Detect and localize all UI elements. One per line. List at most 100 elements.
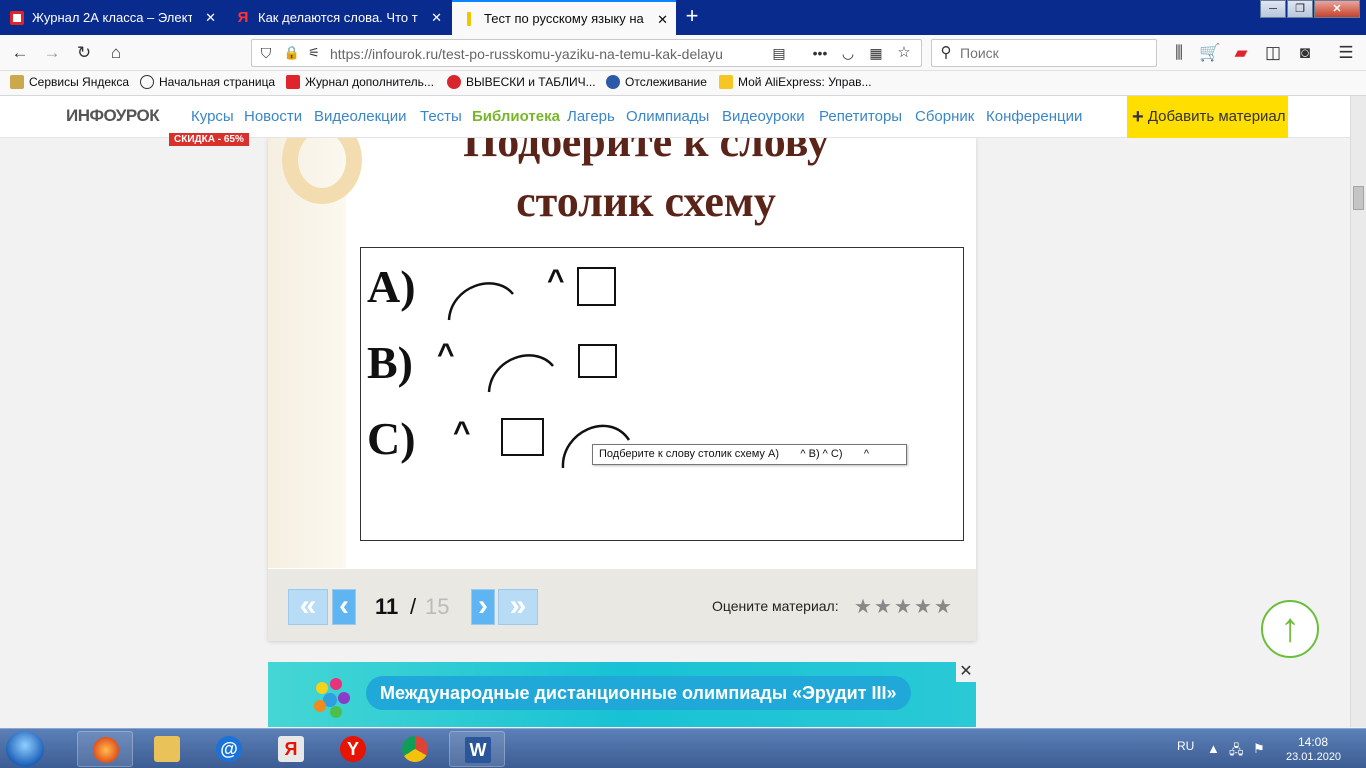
close-window-button[interactable]: ✕ (1314, 0, 1360, 18)
site-logo[interactable]: ИНФОУРОК (66, 106, 160, 126)
rating-star-1[interactable]: ★ (854, 594, 872, 619)
promo-badge[interactable]: СКИДКА - 65% (169, 133, 249, 146)
forward-icon[interactable]: → (40, 41, 64, 65)
scroll-to-top-button[interactable]: ↑ (1261, 600, 1319, 658)
rating-star-2[interactable]: ★ (874, 594, 892, 619)
close-icon[interactable]: ✕ (431, 10, 442, 26)
start-button[interactable] (6, 731, 44, 767)
taskbar-explorer[interactable] (139, 731, 195, 767)
nav-library[interactable]: Библиотека (472, 108, 560, 125)
rating-star-3[interactable]: ★ (894, 594, 912, 619)
search-bar[interactable]: ⚲ (931, 39, 1157, 67)
permissions-icon[interactable]: ⚟ (302, 41, 326, 65)
reader-view-icon[interactable]: ▤ (767, 41, 791, 65)
close-icon[interactable]: ✕ (657, 12, 668, 28)
ad-text[interactable]: Международные дистанционные олимпиады «Э… (366, 676, 911, 710)
first-slide-button[interactable]: « (288, 589, 328, 625)
tab-label: Как делаются слова. Что тако (258, 10, 418, 25)
doc-icon (10, 10, 24, 25)
taskbar-yandex-browser[interactable]: Я (263, 731, 319, 767)
nav-video-lectures[interactable]: Видеолекции (314, 108, 407, 125)
library-icon[interactable]: ⫼ (1167, 41, 1191, 65)
bookmark-journal[interactable]: Журнал дополнитель... (286, 75, 434, 89)
nav-collection[interactable]: Сборник (915, 108, 974, 125)
url-bar[interactable]: ⛉ 🔒 ⚟ https://infourok.ru/test-po-russko… (251, 39, 922, 67)
home-icon[interactable]: ⌂ (104, 41, 128, 65)
tab-test-active[interactable]: Тест по русскому языку на те ✕ (452, 0, 676, 35)
more-actions-icon[interactable]: ••• (808, 41, 832, 65)
option-b-label: B) (367, 337, 413, 388)
language-indicator[interactable]: RU (1177, 739, 1194, 753)
close-icon[interactable]: ✕ (205, 10, 216, 26)
taskbar-mail[interactable]: @ (201, 731, 257, 767)
tab-journal[interactable]: Журнал 2А класса – Электрон ✕ (0, 0, 224, 35)
grid-icon[interactable]: ▦ (864, 41, 888, 65)
slide-title-line1: Подберите к слову (463, 138, 829, 166)
bookmark-label: Отслеживание (625, 75, 707, 89)
firefox-icon (93, 737, 119, 763)
nav-camp[interactable]: Лагерь (567, 108, 615, 125)
suffix-caret: ^ (437, 338, 455, 371)
taskbar-firefox[interactable] (77, 731, 133, 767)
bookmark-label: ВЫВЕСКИ и ТАБЛИЧ... (466, 75, 596, 89)
bookmark-start-page[interactable]: Начальная страница (140, 75, 275, 89)
add-material-button[interactable]: + Добавить материал (1127, 96, 1288, 138)
bookmark-signs[interactable]: ВЫВЕСКИ и ТАБЛИЧ... (447, 75, 596, 89)
reload-icon[interactable]: ↻ (72, 41, 96, 65)
taskbar-word[interactable]: W (449, 731, 505, 767)
root-arc-icon (447, 282, 514, 321)
current-slide-number: 11 (375, 594, 399, 619)
new-tab-button[interactable]: + (680, 4, 704, 28)
nav-tests[interactable]: Тесты (420, 108, 462, 125)
screenshot-icon[interactable]: ◙ (1293, 41, 1317, 65)
taskbar-chrome[interactable] (387, 731, 443, 767)
ad-close-icon[interactable]: ✕ (956, 662, 976, 682)
bookmarks-bar: Сервисы Яндекса Начальная страница Журна… (0, 71, 1366, 96)
nav-news[interactable]: Новости (244, 108, 302, 125)
page-scrollbar[interactable] (1350, 96, 1366, 727)
clock-date[interactable]: 23.01.2020 (1286, 751, 1341, 763)
flag-icon[interactable]: ▰ (1229, 41, 1253, 65)
network-icon[interactable]: 🖧 (1229, 741, 1244, 763)
root-arc-icon (487, 354, 554, 393)
clock-time[interactable]: 14:08 (1298, 735, 1328, 749)
ad-banner[interactable]: Международные дистанционные олимпиады «Э… (268, 662, 976, 727)
pocket-icon[interactable]: ◡ (836, 41, 860, 65)
last-slide-button[interactable]: » (498, 589, 538, 625)
tab-words[interactable]: Я Как делаются слова. Что тако ✕ (226, 0, 450, 35)
bookmark-label: Мой AliExpress: Управ... (738, 75, 872, 89)
rating-star-5[interactable]: ★ (934, 594, 952, 619)
nav-video-lessons[interactable]: Видеоуроки (722, 108, 805, 125)
taskbar-yandex[interactable]: Y (325, 731, 381, 767)
rating-star-4[interactable]: ★ (914, 594, 932, 619)
scheme-options-box: A) ^ B) ^ C) ^ (360, 247, 964, 541)
search-input[interactable] (960, 44, 1150, 62)
scrollbar-thumb[interactable] (1353, 186, 1364, 210)
action-center-flag-icon[interactable]: ⚑ (1253, 741, 1265, 757)
menu-icon[interactable]: ☰ (1334, 41, 1358, 65)
cart-icon[interactable]: 🛒 (1198, 41, 1222, 65)
url-text[interactable]: https://infourok.ru/test-po-russkomu-yaz… (330, 46, 750, 62)
nav-conferences[interactable]: Конференции (986, 108, 1082, 125)
bookmark-yandex-services[interactable]: Сервисы Яндекса (10, 75, 129, 89)
tab-label: Журнал 2А класса – Электрон (32, 10, 192, 25)
prev-slide-button[interactable]: ‹ (332, 589, 356, 625)
slide-number-separator: / (410, 594, 417, 619)
search-icon: ⚲ (940, 44, 952, 61)
bookmark-aliexpress[interactable]: Мой AliExpress: Управ... (719, 75, 872, 89)
next-slide-button[interactable]: › (471, 589, 495, 625)
back-icon[interactable]: ← (8, 41, 32, 65)
maximize-button[interactable]: ❐ (1287, 0, 1313, 18)
plus-icon: + (1132, 106, 1144, 128)
minimize-button[interactable]: ─ (1260, 0, 1286, 18)
show-hidden-icons-icon[interactable]: ▲ (1207, 741, 1220, 756)
nav-courses[interactable]: Курсы (191, 108, 234, 125)
bookmark-tracking[interactable]: Отслеживание (606, 75, 707, 89)
nav-olympiads[interactable]: Олимпиады (626, 108, 709, 125)
bookmark-star-icon[interactable]: ☆ (892, 41, 916, 65)
add-material-label: Добавить материал (1147, 108, 1286, 125)
sidebar-icon[interactable]: ◫ (1261, 41, 1285, 65)
shield-icon[interactable]: ⛉ (254, 41, 278, 65)
lock-icon[interactable]: 🔒 (280, 41, 304, 65)
nav-tutors[interactable]: Репетиторы (819, 108, 902, 125)
